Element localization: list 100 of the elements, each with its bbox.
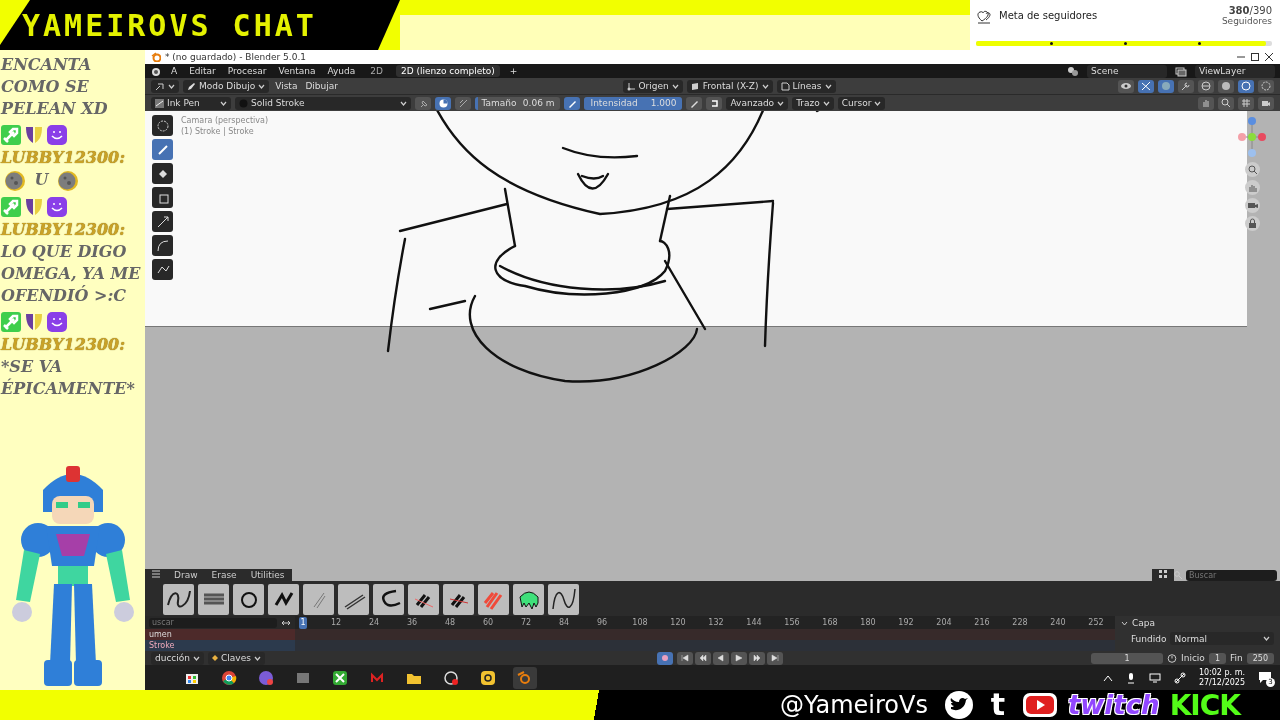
origin-dropdown[interactable]: Origen: [622, 79, 683, 93]
settings-dropdown[interactable]: Cursor: [837, 96, 886, 110]
brush-thumbnail[interactable]: [478, 584, 509, 615]
shading-button[interactable]: [1118, 79, 1134, 93]
view-button[interactable]: [1238, 96, 1254, 110]
editor-type-button[interactable]: [151, 79, 179, 93]
playback-button[interactable]: [731, 651, 748, 665]
start-frame-field[interactable]: 1: [1208, 652, 1226, 664]
size-slider[interactable]: Tamaño 0.06 m: [475, 96, 561, 110]
brush-thumbnail[interactable]: [443, 584, 474, 615]
pressure-button[interactable]: [564, 96, 581, 110]
tool-button[interactable]: [152, 235, 173, 256]
add-workspace-button[interactable]: +: [507, 66, 520, 76]
channel-row[interactable]: Stroke: [145, 640, 295, 651]
view-button[interactable]: [1218, 96, 1234, 110]
menu-item[interactable]: Editar: [187, 66, 218, 76]
shading-button[interactable]: [1138, 79, 1154, 93]
pin-button[interactable]: [415, 96, 432, 110]
shelf-menu-button[interactable]: [145, 569, 167, 581]
caret-icon[interactable]: [1121, 620, 1128, 626]
play-icon[interactable]: [1021, 692, 1058, 718]
settings-dropdown[interactable]: Avanzado: [726, 96, 789, 110]
tool-button[interactable]: [152, 259, 173, 280]
platform-logo[interactable]: twitch: [1067, 690, 1160, 720]
channel-row[interactable]: umen: [145, 629, 295, 640]
workspace-tab[interactable]: 2D (lienzo completo): [395, 65, 500, 77]
tool-button[interactable]: [152, 211, 173, 232]
menu-item[interactable]: Ayuda: [325, 66, 358, 76]
timeline-menu[interactable]: Claves: [208, 651, 265, 665]
link-icon[interactable]: [1173, 671, 1186, 684]
brush-thumbnail[interactable]: [163, 584, 194, 615]
shelf-tab[interactable]: Utilities: [243, 569, 292, 581]
material-dropdown[interactable]: Solid Stroke: [235, 96, 412, 110]
end-frame-field[interactable]: 250: [1246, 652, 1274, 664]
microphone-icon[interactable]: [1125, 671, 1136, 684]
view-layer-selector[interactable]: ViewLayer: [1195, 64, 1275, 78]
strength-slider[interactable]: Intensidad 1.000: [584, 96, 683, 110]
swap-arrows-icon[interactable]: [281, 618, 291, 627]
blend-dropdown[interactable]: Normal: [1170, 632, 1274, 645]
menu-item[interactable]: A: [169, 66, 180, 76]
menu-item[interactable]: Vista: [273, 81, 300, 91]
mode-dropdown[interactable]: Modo Dibujo: [183, 79, 270, 93]
search-field[interactable]: Buscar: [1186, 569, 1277, 581]
tool-button[interactable]: [152, 115, 173, 136]
record-button[interactable]: [657, 651, 674, 665]
shading-button[interactable]: [1158, 79, 1174, 93]
current-frame-marker[interactable]: 1: [299, 616, 307, 629]
monitor-icon[interactable]: [1148, 672, 1161, 683]
brush-thumbnail[interactable]: [338, 584, 369, 615]
view-axis-dropdown[interactable]: Frontal (X-Z): [686, 79, 773, 93]
layers-icon[interactable]: [1175, 65, 1187, 77]
view-button[interactable]: [1198, 96, 1214, 110]
brush-thumbnail[interactable]: [513, 584, 544, 615]
playback-button[interactable]: [749, 651, 766, 665]
playback-button[interactable]: [677, 651, 694, 665]
brush-thumbnail[interactable]: [303, 584, 334, 615]
scene-icon[interactable]: [1067, 65, 1079, 77]
platform-logo[interactable]: KICK: [1169, 688, 1240, 720]
platform-logo[interactable]: t: [983, 691, 1012, 719]
brush-thumbnail[interactable]: [548, 584, 579, 615]
app-logo-icon[interactable]: [150, 65, 161, 77]
close-icon[interactable]: [1264, 52, 1274, 62]
display-mode-button[interactable]: [1152, 569, 1174, 581]
chevron-up-icon[interactable]: [1102, 673, 1113, 682]
tool-button[interactable]: [152, 163, 173, 184]
brush-dropdown[interactable]: Ink Pen: [151, 96, 231, 110]
bird-icon[interactable]: [943, 690, 974, 720]
menu-item[interactable]: Ventana: [276, 66, 318, 76]
color-mode-button[interactable]: [435, 96, 452, 110]
maximize-icon[interactable]: [1250, 52, 1260, 62]
settings-dropdown[interactable]: Trazo: [792, 96, 834, 110]
search-field[interactable]: uscar: [149, 617, 277, 628]
brush-thumbnail[interactable]: [373, 584, 404, 615]
frame-number: 216: [973, 618, 991, 627]
placement-dropdown[interactable]: Líneas: [776, 79, 836, 93]
timeline-menu[interactable]: ducción: [151, 651, 205, 665]
menu-item[interactable]: Dibujar: [303, 81, 340, 91]
shelf-tab[interactable]: Draw: [167, 569, 205, 581]
playback-button[interactable]: [713, 651, 730, 665]
stopwatch-icon[interactable]: [1167, 653, 1178, 663]
texture-button[interactable]: [455, 96, 472, 110]
pressure-button[interactable]: [686, 96, 703, 110]
view-button[interactable]: [1258, 96, 1274, 110]
brush-thumbnail[interactable]: [408, 584, 439, 615]
chat-bubble-icon[interactable]: [1258, 671, 1272, 684]
playback-button[interactable]: [767, 651, 784, 665]
brush-thumbnail[interactable]: [198, 584, 229, 615]
scene-selector[interactable]: Scene: [1087, 64, 1167, 78]
playback-button[interactable]: [695, 651, 712, 665]
shading-button[interactable]: [1218, 79, 1234, 93]
brush-thumbnail[interactable]: [268, 584, 299, 615]
stabilizer-button[interactable]: [706, 96, 723, 110]
brush-thumbnail[interactable]: [233, 584, 264, 615]
shading-button[interactable]: [1198, 79, 1214, 93]
frame-field[interactable]: 1: [1091, 652, 1164, 664]
shelf-tab[interactable]: Erase: [204, 569, 244, 581]
workspace-tab[interactable]: 2D: [365, 65, 388, 77]
taskbar-app[interactable]: [513, 666, 537, 689]
shading-button[interactable]: [1238, 79, 1254, 93]
menu-item[interactable]: Procesar: [225, 66, 269, 76]
